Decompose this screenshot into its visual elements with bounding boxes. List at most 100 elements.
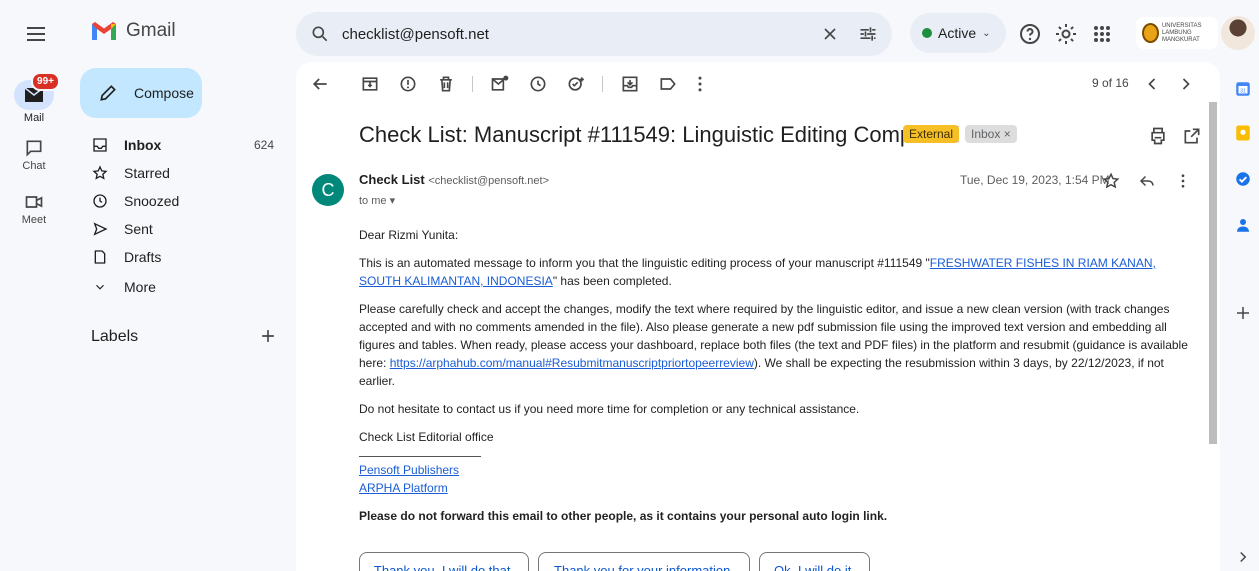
recipient-label: to me bbox=[359, 195, 387, 207]
folder-label: More bbox=[124, 279, 156, 295]
folder-label: Sent bbox=[124, 221, 153, 237]
search-bar[interactable] bbox=[296, 12, 892, 56]
newer-chevron-left-icon[interactable] bbox=[1142, 74, 1162, 94]
tasks-icon[interactable] bbox=[1234, 170, 1252, 188]
clear-search-icon[interactable] bbox=[820, 24, 840, 44]
folder-drafts[interactable]: Drafts bbox=[80, 243, 286, 271]
settings-gear-icon[interactable] bbox=[1054, 22, 1078, 46]
account-avatar[interactable] bbox=[1221, 16, 1255, 50]
star-icon[interactable] bbox=[1102, 172, 1122, 192]
scrollbar-thumb[interactable] bbox=[1209, 102, 1217, 444]
compose-button[interactable]: Compose bbox=[80, 68, 202, 118]
back-arrow-icon[interactable] bbox=[310, 74, 330, 94]
label-tag-icon[interactable] bbox=[658, 74, 678, 94]
more-vert-icon[interactable] bbox=[690, 74, 710, 94]
folder-starred[interactable]: Starred bbox=[80, 159, 286, 187]
main-menu-icon[interactable] bbox=[24, 22, 48, 46]
archive-icon[interactable] bbox=[360, 74, 380, 94]
send-icon bbox=[90, 221, 110, 237]
status-dropdown[interactable]: Active ⌄ bbox=[910, 13, 1006, 53]
add-to-tasks-icon[interactable] bbox=[566, 74, 586, 94]
inbox-label-chip[interactable]: Inbox × bbox=[965, 125, 1017, 143]
app-name: Gmail bbox=[126, 20, 176, 41]
rail-chat[interactable]: Chat bbox=[0, 138, 68, 172]
keep-notes-icon[interactable] bbox=[1234, 124, 1252, 142]
pensoft-publishers-link[interactable]: Pensoft Publishers bbox=[359, 463, 459, 477]
search-options-icon[interactable] bbox=[858, 24, 878, 44]
chevron-down-icon bbox=[90, 280, 110, 294]
unread-badge: 99+ bbox=[31, 72, 60, 91]
rail-mail[interactable]: 99+ Mail bbox=[0, 72, 68, 124]
smart-reply-button[interactable]: Thank you for your information. bbox=[538, 552, 750, 571]
show-side-panel-chevron-icon[interactable] bbox=[1234, 548, 1252, 566]
smart-reply-button[interactable]: Thank you, I will do that. bbox=[359, 552, 529, 571]
move-to-icon[interactable] bbox=[620, 74, 640, 94]
organization-badge[interactable]: UNIVERSITAS LAMBUNG MANGKURAT bbox=[1136, 17, 1218, 49]
mark-unread-icon[interactable] bbox=[490, 74, 510, 94]
email-body: Dear Rizmi Yunita: This is an automated … bbox=[359, 226, 1189, 535]
rail-meet-label: Meet bbox=[21, 214, 47, 226]
gmail-logo[interactable]: Gmail bbox=[90, 20, 176, 42]
contacts-icon[interactable] bbox=[1234, 216, 1252, 234]
snooze-clock-icon[interactable] bbox=[528, 74, 548, 94]
help-icon[interactable] bbox=[1018, 22, 1042, 46]
folder-sent[interactable]: Sent bbox=[80, 215, 286, 243]
folder-label: Inbox bbox=[124, 137, 162, 153]
toolbar-divider bbox=[472, 76, 473, 92]
search-icon[interactable] bbox=[310, 24, 330, 44]
older-chevron-right-icon[interactable] bbox=[1176, 74, 1196, 94]
greeting: Dear Rizmi Yunita: bbox=[359, 228, 459, 242]
rail-meet[interactable]: Meet bbox=[0, 192, 68, 226]
search-input[interactable] bbox=[342, 25, 812, 43]
add-label-plus-icon[interactable] bbox=[258, 326, 278, 346]
get-addons-plus-icon[interactable] bbox=[1234, 304, 1252, 322]
inbox-icon bbox=[90, 137, 110, 153]
remove-label-close-icon[interactable]: × bbox=[1004, 127, 1011, 141]
sender-email: <checklist@pensoft.net> bbox=[428, 175, 549, 187]
compose-label: Compose bbox=[134, 85, 194, 101]
chat-icon bbox=[24, 138, 44, 158]
delete-trash-icon[interactable] bbox=[436, 74, 456, 94]
folder-label: Starred bbox=[124, 165, 170, 181]
org-line-2: LAMBUNG MANGKURAT bbox=[1161, 29, 1200, 43]
open-new-window-icon[interactable] bbox=[1182, 126, 1202, 146]
recipient-dropdown[interactable]: to me ▾ bbox=[359, 194, 395, 207]
mail-icon: 99+ bbox=[14, 72, 60, 110]
folder-snoozed[interactable]: Snoozed bbox=[80, 187, 286, 215]
sender-name[interactable]: Check List bbox=[359, 172, 425, 187]
forward-warning: Please do not forward this email to othe… bbox=[359, 509, 888, 523]
p1-text-before: This is an automated message to inform y… bbox=[359, 256, 930, 270]
p1-text-after: " has been completed. bbox=[552, 274, 672, 288]
sender-line: Check List <checklist@pensoft.net> bbox=[359, 172, 549, 187]
reply-arrow-icon[interactable] bbox=[1138, 172, 1158, 192]
star-icon bbox=[90, 165, 110, 181]
folder-more[interactable]: More bbox=[80, 273, 286, 301]
chevron-down-icon: ⌄ bbox=[982, 27, 991, 39]
apps-grid-icon[interactable] bbox=[1090, 22, 1114, 46]
guidance-link[interactable]: https://arphahub.com/manual#Resubmitmanu… bbox=[390, 356, 754, 370]
svg-text:31: 31 bbox=[1240, 88, 1246, 94]
print-icon[interactable] bbox=[1148, 126, 1168, 146]
draft-file-icon bbox=[90, 249, 110, 265]
message-more-vert-icon[interactable] bbox=[1174, 172, 1194, 192]
message-pager: 9 of 16 bbox=[1092, 76, 1129, 90]
signature-divider bbox=[359, 456, 481, 457]
body-paragraph-3: Do not hesitate to contact us if you nee… bbox=[359, 402, 860, 416]
active-status-dot bbox=[922, 28, 932, 38]
calendar-icon[interactable]: 31 bbox=[1234, 80, 1252, 98]
sender-avatar[interactable]: C bbox=[312, 174, 344, 206]
clock-icon bbox=[90, 193, 110, 209]
arpha-platform-link[interactable]: ARPHA Platform bbox=[359, 481, 448, 495]
inbox-chip-label: Inbox bbox=[971, 127, 1001, 141]
smart-reply-button[interactable]: Ok, I will do it. bbox=[759, 552, 870, 571]
external-tag: External bbox=[903, 125, 960, 143]
body-paragraph-1: This is an automated message to inform y… bbox=[359, 254, 1189, 290]
toolbar-divider bbox=[602, 76, 603, 92]
status-label: Active bbox=[938, 25, 977, 41]
rail-mail-label: Mail bbox=[23, 112, 45, 124]
organization-name: UNIVERSITAS LAMBUNG MANGKURAT bbox=[1162, 23, 1218, 44]
university-seal-icon bbox=[1142, 23, 1159, 43]
report-spam-icon[interactable] bbox=[398, 74, 418, 94]
folder-inbox[interactable]: Inbox 624 bbox=[80, 131, 286, 159]
rail-chat-label: Chat bbox=[22, 160, 46, 172]
